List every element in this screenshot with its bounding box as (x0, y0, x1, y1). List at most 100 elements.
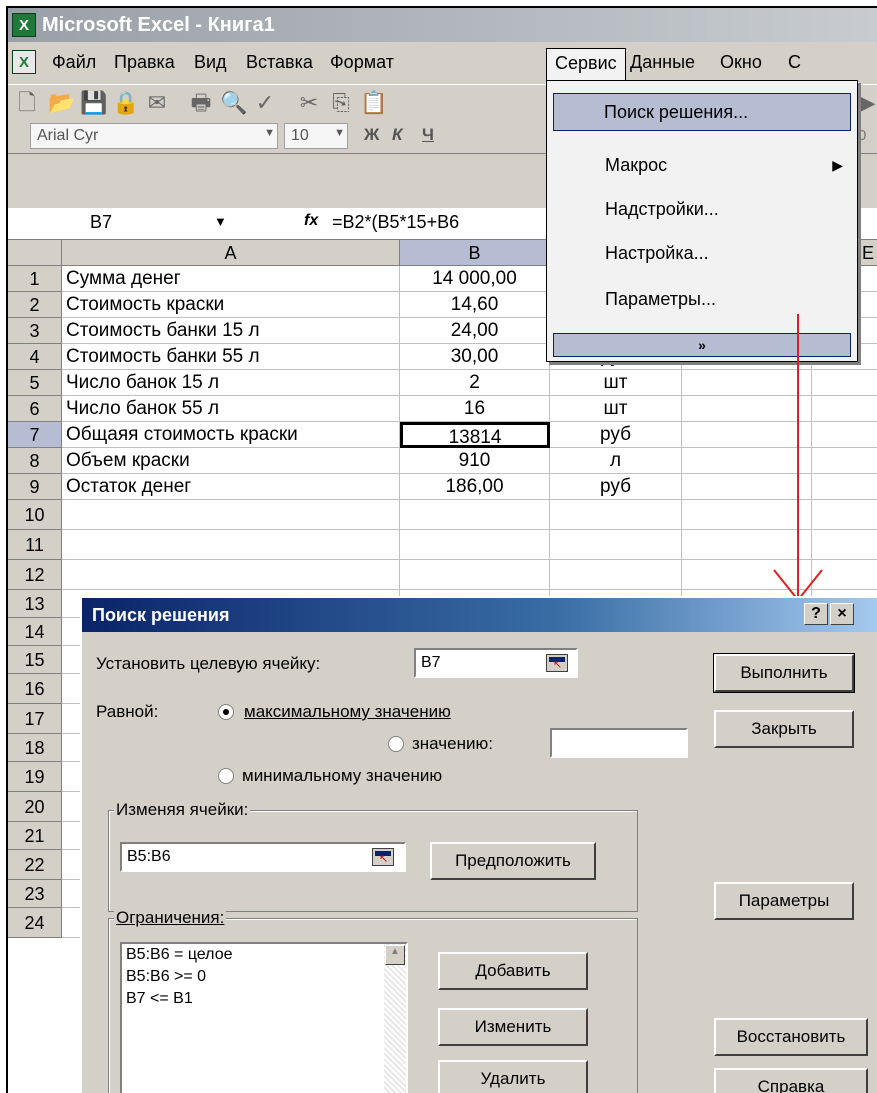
delete-button[interactable]: Удалить (438, 1060, 588, 1093)
table-cell[interactable]: 30,00 (400, 344, 550, 370)
row-header[interactable]: 14 (8, 618, 62, 646)
table-cell[interactable]: руб (550, 474, 682, 500)
font-name-combo[interactable]: Arial Cyr ▼ (30, 123, 278, 149)
table-cell[interactable]: Стоимость краски (62, 292, 400, 318)
table-cell[interactable]: Число банок 55 л (62, 396, 400, 422)
menu-help[interactable]: С (788, 52, 801, 73)
table-cell[interactable] (400, 500, 550, 530)
row-header[interactable]: 16 (8, 674, 62, 704)
formula-input[interactable]: =B2*(B5*15+B6 (332, 212, 459, 233)
scroll-up-icon[interactable]: ▲ (385, 945, 405, 965)
print-icon[interactable]: 🖶 (188, 91, 214, 115)
options-button[interactable]: Параметры (714, 882, 854, 920)
menu-data[interactable]: Данные (630, 52, 695, 73)
table-cell[interactable] (400, 560, 550, 590)
row-header[interactable]: 18 (8, 734, 62, 762)
collapse-dialog-icon[interactable] (546, 654, 568, 672)
radio-value[interactable] (388, 736, 404, 752)
spelling-icon[interactable]: ✓ (252, 91, 278, 115)
preview-icon[interactable]: 🔍 (220, 91, 247, 115)
menu-item-customize[interactable]: Настройка... (547, 233, 857, 273)
close-icon[interactable]: × (830, 603, 854, 625)
radio-value-label[interactable]: значению: (412, 734, 493, 754)
table-cell[interactable]: 14,60 (400, 292, 550, 318)
table-cell[interactable]: 16 (400, 396, 550, 422)
select-all-corner[interactable] (8, 240, 62, 266)
email-icon[interactable]: ✉ (144, 91, 170, 115)
radio-max[interactable] (218, 704, 234, 720)
table-cell[interactable] (400, 530, 550, 560)
collapse-dialog-icon[interactable] (372, 848, 394, 866)
help-icon[interactable]: ? (804, 603, 828, 625)
changing-cells-input[interactable]: B5:B6 (120, 842, 406, 872)
row-header[interactable]: 17 (8, 704, 62, 734)
help-button[interactable]: Справка (714, 1068, 868, 1093)
permission-icon[interactable]: 🔒 (112, 91, 139, 115)
row-header[interactable]: 6 (8, 396, 62, 422)
menu-item-addins[interactable]: Надстройки... (547, 189, 857, 229)
cut-icon[interactable]: ✂ (296, 91, 322, 115)
row-header[interactable]: 10 (8, 500, 62, 530)
table-cell[interactable]: руб (550, 422, 682, 448)
fx-icon[interactable]: fx (304, 212, 318, 230)
solve-button[interactable]: Выполнить (713, 653, 855, 693)
font-size-combo[interactable]: 10 ▼ (284, 123, 348, 149)
row-header[interactable]: 22 (8, 850, 62, 880)
italic-button[interactable]: К (392, 125, 402, 145)
col-header-b[interactable]: B (400, 240, 550, 266)
table-cell[interactable]: 2 (400, 370, 550, 396)
change-button[interactable]: Изменить (438, 1008, 588, 1046)
table-cell[interactable]: Стоимость банки 15 л (62, 318, 400, 344)
new-icon[interactable]: 🗋 (14, 91, 40, 115)
menu-window[interactable]: Окно (720, 52, 762, 73)
name-box[interactable]: B7 (90, 212, 112, 233)
chevron-down-icon[interactable]: ▼ (334, 127, 345, 139)
paste-icon[interactable]: 📋 (360, 91, 387, 115)
row-header[interactable]: 9 (8, 474, 62, 500)
underline-button[interactable]: Ч (422, 125, 434, 145)
row-header[interactable]: 21 (8, 822, 62, 850)
table-cell[interactable]: 14 000,00 (400, 266, 550, 292)
radio-max-label[interactable]: максимальному значению (244, 702, 451, 722)
reset-button[interactable]: Восстановить (714, 1018, 868, 1056)
guess-button[interactable]: Предположить (430, 842, 596, 880)
value-input[interactable] (550, 728, 688, 758)
radio-min-label[interactable]: минимальному значению (242, 766, 442, 786)
row-header[interactable]: 1 (8, 266, 62, 292)
row-header[interactable]: 13 (8, 590, 62, 618)
row-header[interactable]: 4 (8, 344, 62, 370)
row-header[interactable]: 15 (8, 646, 62, 674)
menu-item-options[interactable]: Параметры... (547, 279, 857, 319)
active-cell[interactable]: 13814 (400, 422, 550, 448)
constraint-item[interactable]: B5:B6 >= 0 (126, 968, 206, 986)
bold-button[interactable]: Ж (364, 125, 379, 145)
table-cell[interactable]: Стоимость банки 55 л (62, 344, 400, 370)
table-cell[interactable]: 24,00 (400, 318, 550, 344)
table-cell[interactable] (550, 500, 682, 530)
table-cell[interactable]: л (550, 448, 682, 474)
table-cell[interactable]: 186,00 (400, 474, 550, 500)
menu-item-macro[interactable]: Макрос ▶ (547, 145, 857, 185)
constraint-item[interactable]: B7 <= B1 (126, 990, 193, 1008)
menu-item-solver[interactable]: Поиск решения... (553, 93, 851, 131)
table-cell[interactable]: Число банок 15 л (62, 370, 400, 396)
table-cell[interactable]: шт (550, 396, 682, 422)
row-header[interactable]: 8 (8, 448, 62, 474)
row-header[interactable]: 11 (8, 530, 62, 560)
table-cell[interactable] (62, 560, 400, 590)
menu-view[interactable]: Вид (194, 52, 227, 73)
row-header[interactable]: 19 (8, 762, 62, 792)
table-cell[interactable]: Общаяя стоимость краски (62, 422, 400, 448)
table-cell[interactable]: шт (550, 370, 682, 396)
row-header[interactable]: 2 (8, 292, 62, 318)
constraint-item[interactable]: B5:B6 = целое (126, 946, 232, 964)
row-header[interactable]: 23 (8, 880, 62, 908)
menu-edit[interactable]: Правка (114, 52, 175, 73)
row-header[interactable]: 5 (8, 370, 62, 396)
row-header[interactable]: 12 (8, 560, 62, 590)
document-icon[interactable]: X (12, 50, 36, 74)
table-cell[interactable] (62, 500, 400, 530)
row-header[interactable]: 7 (8, 422, 62, 448)
radio-min[interactable] (218, 768, 234, 784)
table-cell[interactable] (550, 560, 682, 590)
